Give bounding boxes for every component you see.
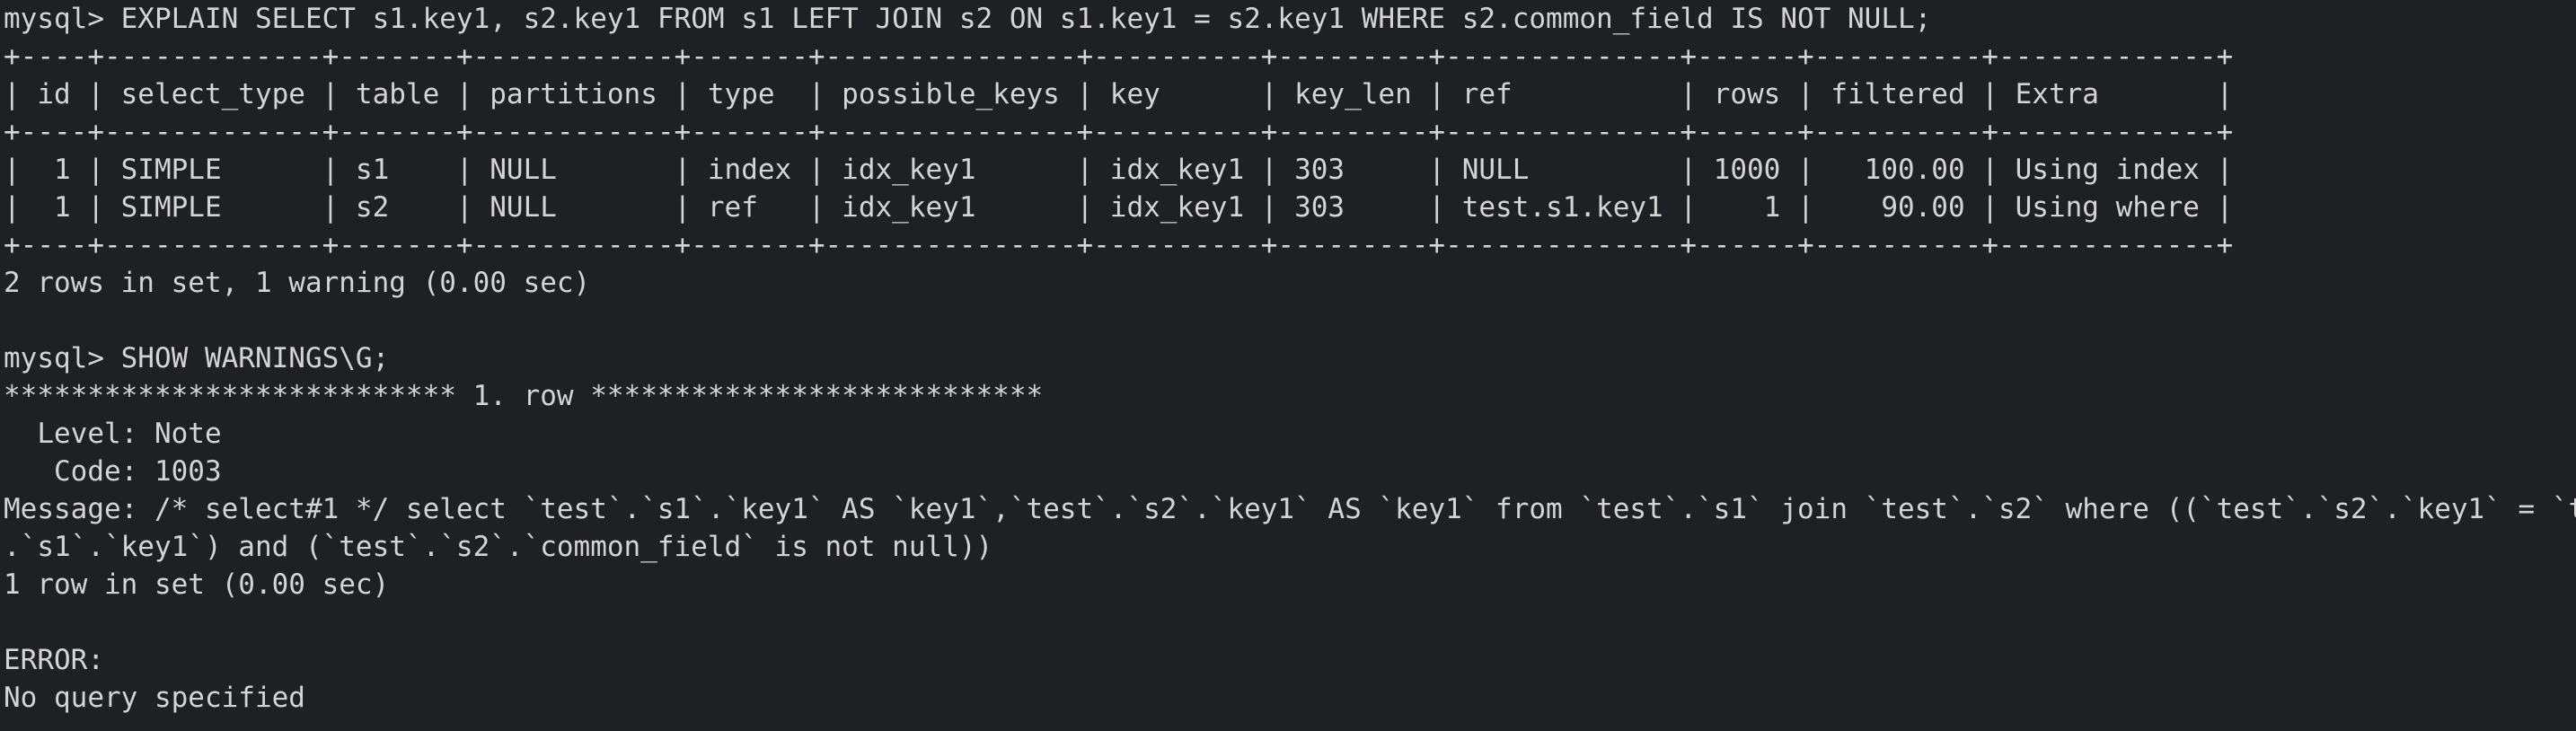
warning-level-line: Level: Note: [4, 418, 222, 450]
table-row-s2: | 1 | SIMPLE | s2 | NULL | ref | idx_key…: [4, 191, 2234, 224]
explain-result-summary: 2 rows in set, 1 warning (0.00 sec): [4, 267, 591, 299]
table-border-header: +----+-------------+-------+------------…: [4, 116, 2234, 148]
error-label-line: ERROR:: [4, 644, 104, 676]
warning-message-line-1: Message: /* select#1 */ select `test`.`s…: [4, 493, 2576, 525]
warning-message-line-2: .`s1`.`key1`) and (`test`.`s2`.`common_f…: [4, 531, 993, 563]
error-message-line: No query specified: [4, 682, 305, 714]
table-header-row: | id | select_type | table | partitions …: [4, 78, 2234, 110]
row-separator-line: *************************** 1. row *****…: [4, 380, 1044, 412]
table-row-s1: | 1 | SIMPLE | s1 | NULL | index | idx_k…: [4, 154, 2234, 186]
terminal-window[interactable]: mysql> EXPLAIN SELECT s1.key1, s2.key1 F…: [0, 0, 2576, 731]
explain-command-line: mysql> EXPLAIN SELECT s1.key1, s2.key1 F…: [4, 3, 1932, 35]
table-border-bottom: +----+-------------+-------+------------…: [4, 229, 2234, 261]
table-border-top: +----+-------------+-------+------------…: [4, 40, 2234, 73]
show-warnings-command-line: mysql> SHOW WARNINGS\G;: [4, 342, 390, 374]
warnings-result-summary: 1 row in set (0.00 sec): [4, 568, 390, 601]
warning-code-line: Code: 1003: [4, 455, 222, 488]
